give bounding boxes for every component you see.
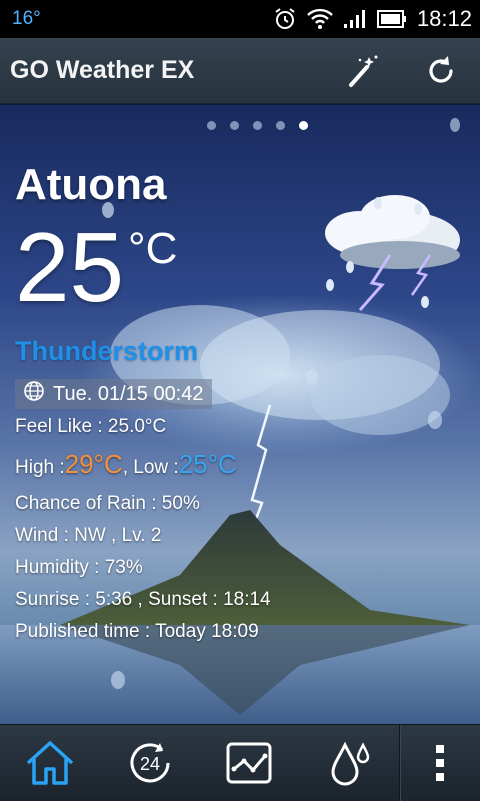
- status-time: 18:12: [416, 6, 472, 31]
- status-bar: 16° 18:12: [0, 0, 480, 38]
- high-label: High :: [15, 457, 65, 478]
- signal-icon: [343, 9, 367, 29]
- app-bar-actions: [342, 50, 470, 92]
- page-dot[interactable]: [253, 121, 262, 130]
- chance-of-rain: Chance of Rain : 50%: [15, 493, 200, 514]
- wind: Wind : NW , Lv. 2: [15, 525, 162, 546]
- svg-text:24: 24: [140, 754, 160, 774]
- globe-icon: [23, 380, 45, 408]
- page-dot[interactable]: [276, 121, 285, 130]
- published-time: Published time : Today 18:09: [15, 621, 259, 642]
- page-dot-active[interactable]: [299, 121, 308, 130]
- low-value: 25°C: [178, 449, 237, 479]
- trend-chart-icon[interactable]: [200, 725, 300, 801]
- wifi-icon: [307, 8, 333, 30]
- low-label: , Low :: [122, 457, 179, 478]
- alarm-icon: [273, 7, 297, 31]
- temperature-unit: °C: [128, 224, 178, 273]
- more-menu-icon[interactable]: [399, 725, 480, 801]
- date-time-chip: Tue. 01/15 00:42: [15, 379, 212, 409]
- page-indicator: [0, 121, 480, 130]
- page-dot[interactable]: [230, 121, 239, 130]
- app-bar: GO Weather EX: [0, 38, 480, 104]
- humidity: Humidity : 73%: [15, 557, 143, 578]
- current-temperature: 25 °C: [15, 218, 177, 316]
- refresh-icon[interactable]: [420, 50, 462, 92]
- app-title: GO Weather EX: [10, 56, 195, 84]
- feel-like: Feel Like : 25.0°C: [15, 416, 167, 437]
- high-low: High : 29°C , Low : 25°C: [15, 449, 237, 480]
- temperature-value: 25: [15, 212, 125, 322]
- city-name: Atuona: [15, 160, 167, 209]
- date-time: Tue. 01/15 00:42: [53, 382, 204, 405]
- weather-condition: Thunderstorm: [15, 336, 199, 366]
- battery-icon: [376, 10, 407, 28]
- thunderstorm-icon: [325, 195, 460, 311]
- bottom-nav: 24: [0, 724, 480, 801]
- high-value: 29°C: [64, 449, 123, 479]
- sunrise-sunset: Sunrise : 5:36 , Sunset : 18:14: [15, 589, 271, 610]
- home-icon[interactable]: [0, 725, 100, 801]
- page-dot[interactable]: [207, 121, 216, 130]
- status-icons: 18:12: [273, 6, 472, 32]
- status-temperature: 16°: [12, 8, 41, 29]
- magic-wand-icon[interactable]: [342, 50, 384, 92]
- precipitation-icon[interactable]: [299, 725, 399, 801]
- 24-hour-icon[interactable]: 24: [100, 725, 200, 801]
